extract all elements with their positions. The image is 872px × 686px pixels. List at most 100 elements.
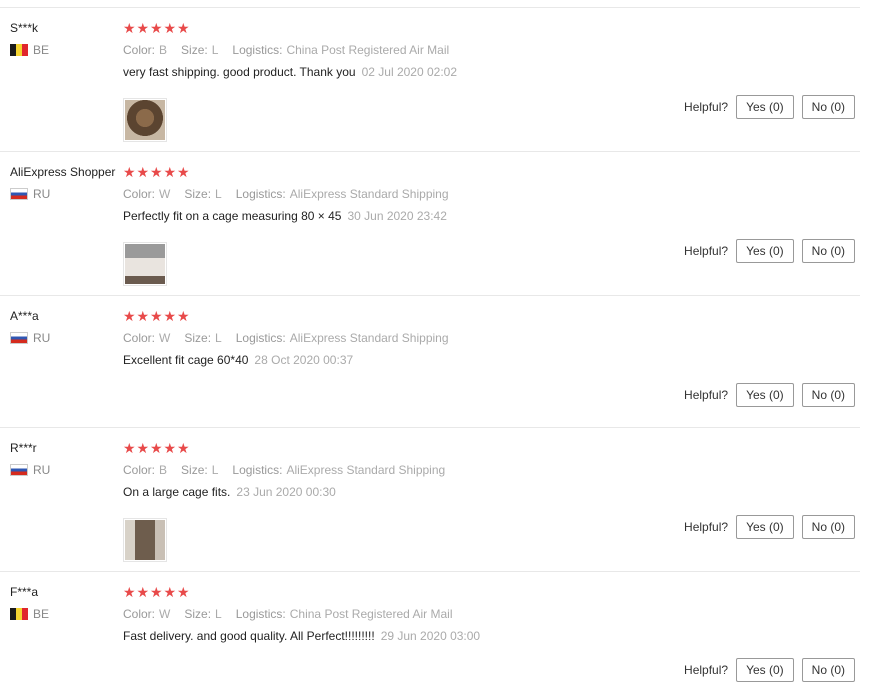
helpful-yes-button[interactable]: Yes (0) <box>736 95 794 119</box>
reviewer-country: RU <box>10 330 122 346</box>
review-text: Fast delivery. and good quality. All Per… <box>123 629 375 643</box>
helpful-no-button[interactable]: No (0) <box>801 515 855 539</box>
review-text-line: On a large cage fits. 23 Jun 2020 00:30 <box>123 484 858 500</box>
star-icon: ★ <box>136 20 150 36</box>
helpful-no-button[interactable]: No (0) <box>801 658 855 682</box>
size-label: Size: <box>181 43 208 57</box>
helpful-no-button[interactable]: No (0) <box>801 383 855 407</box>
review-user: AliExpress Shopper RU <box>10 164 122 202</box>
star-rating: ★ ★ ★ ★ ★ <box>123 308 858 324</box>
helpful-yes-button[interactable]: Yes (0) <box>736 383 794 407</box>
review-attributes: Color: B Size: L Logistics: China Post Regist… <box>123 42 858 58</box>
review-content: ★ ★ ★ ★ ★ Color: W Size: L Logistics: China Post … <box>123 584 858 644</box>
color-value: B <box>159 463 168 477</box>
color-label: Color: <box>123 463 156 477</box>
star-icon: ★ <box>150 20 163 36</box>
size-label: Size: <box>181 463 208 477</box>
size-value: L <box>211 463 219 477</box>
helpful-label: Helpful? <box>684 663 729 677</box>
review-item: AliExpress Shopper RU ★ ★ ★ ★ ★ Color: W Size:… <box>0 151 860 295</box>
size-value: L <box>215 607 222 621</box>
reviewer-name: AliExpress Shopper <box>10 165 116 179</box>
helpful-yes-button[interactable]: Yes (0) <box>736 658 794 682</box>
star-icon: ★ <box>163 440 177 456</box>
helpful-yes-button[interactable]: Yes (0) <box>736 239 794 263</box>
star-icon: ★ <box>150 164 163 180</box>
star-icon: ★ <box>150 584 163 600</box>
helpful-vote: Helpful? Yes (0) No (0) <box>684 95 855 119</box>
review-content: ★ ★ ★ ★ ★ Color: W Size: L Logistics: AliExpress … <box>123 164 858 286</box>
review-photo-thumbnail[interactable] <box>123 98 167 142</box>
star-icon: ★ <box>177 164 190 180</box>
country-code: RU <box>33 463 51 477</box>
logistics-value: China Post Registered Air Mail <box>286 43 450 57</box>
review-date: 30 Jun 2020 23:42 <box>347 209 447 223</box>
helpful-yes-button[interactable]: Yes (0) <box>736 515 794 539</box>
review-user: S***k BE <box>10 20 122 58</box>
russia-flag-icon <box>10 332 28 344</box>
star-icon: ★ <box>150 440 163 456</box>
review-photo <box>125 520 165 560</box>
color-label: Color: <box>123 607 156 621</box>
star-icon: ★ <box>177 308 190 324</box>
star-rating: ★ ★ ★ ★ ★ <box>123 164 858 180</box>
review-photo-thumbnail[interactable] <box>123 518 167 562</box>
star-icon: ★ <box>123 440 136 456</box>
review-list: S***k BE ★ ★ ★ ★ ★ Color: B Size: L Logistics: Ch… <box>0 0 860 686</box>
logistics-label: Logistics: <box>235 331 286 345</box>
review-date: 02 Jul 2020 02:02 <box>361 65 458 79</box>
review-date: 23 Jun 2020 00:30 <box>236 485 336 499</box>
logistics-label: Logistics: <box>235 187 286 201</box>
reviewer-name: R***r <box>10 441 37 455</box>
star-icon: ★ <box>163 308 177 324</box>
review-user: F***a BE <box>10 584 122 622</box>
review-text: On a large cage fits. <box>123 485 231 499</box>
reviewer-name: F***a <box>10 585 39 599</box>
star-icon: ★ <box>123 20 136 36</box>
review-photo-thumbnail[interactable] <box>123 242 167 286</box>
size-label: Size: <box>184 187 212 201</box>
star-icon: ★ <box>163 20 177 36</box>
star-icon: ★ <box>136 164 150 180</box>
color-value: W <box>159 331 171 345</box>
star-icon: ★ <box>136 440 150 456</box>
review-attributes: Color: W Size: L Logistics: AliExpress Standa… <box>123 186 858 202</box>
helpful-vote: Helpful? Yes (0) No (0) <box>684 515 855 539</box>
review-text: Excellent fit cage 60*40 <box>123 353 249 367</box>
review-attributes: Color: W Size: L Logistics: China Post Regist… <box>123 606 858 622</box>
country-code: RU <box>33 187 51 201</box>
belgium-flag-icon <box>10 44 28 56</box>
helpful-label: Helpful? <box>684 244 729 258</box>
reviewer-country: BE <box>10 42 122 58</box>
review-photo <box>125 100 165 140</box>
review-content: ★ ★ ★ ★ ★ Color: W Size: L Logistics: AliExpress … <box>123 308 858 368</box>
logistics-value: AliExpress Standard Shipping <box>286 463 446 477</box>
star-icon: ★ <box>163 164 177 180</box>
reviewer-name: S***k <box>10 21 39 35</box>
reviewer-name: A***a <box>10 309 39 323</box>
country-code: RU <box>33 331 51 345</box>
star-rating: ★ ★ ★ ★ ★ <box>123 20 858 36</box>
size-value: L <box>211 43 219 57</box>
review-item: R***r RU ★ ★ ★ ★ ★ Color: B Size: L Logistics: Al… <box>0 427 860 571</box>
star-icon: ★ <box>136 308 150 324</box>
review-text: very fast shipping. good product. Thank … <box>123 65 356 79</box>
review-text-line: very fast shipping. good product. Thank … <box>123 64 858 80</box>
star-rating: ★ ★ ★ ★ ★ <box>123 440 858 456</box>
country-code: BE <box>33 43 50 57</box>
star-icon: ★ <box>163 584 177 600</box>
review-item: S***k BE ★ ★ ★ ★ ★ Color: B Size: L Logistics: Ch… <box>0 7 860 151</box>
color-label: Color: <box>123 187 156 201</box>
star-icon: ★ <box>123 164 136 180</box>
logistics-label: Logistics: <box>232 43 283 57</box>
logistics-value: AliExpress Standard Shipping <box>289 331 449 345</box>
helpful-no-button[interactable]: No (0) <box>801 239 855 263</box>
review-photo <box>125 244 165 284</box>
review-user: R***r RU <box>10 440 122 478</box>
helpful-no-button[interactable]: No (0) <box>801 95 855 119</box>
color-value: B <box>159 43 168 57</box>
belgium-flag-icon <box>10 608 28 620</box>
size-label: Size: <box>184 607 212 621</box>
star-rating: ★ ★ ★ ★ ★ <box>123 584 858 600</box>
review-text-line: Perfectly fit on a cage measuring 80 × 4… <box>123 208 858 224</box>
